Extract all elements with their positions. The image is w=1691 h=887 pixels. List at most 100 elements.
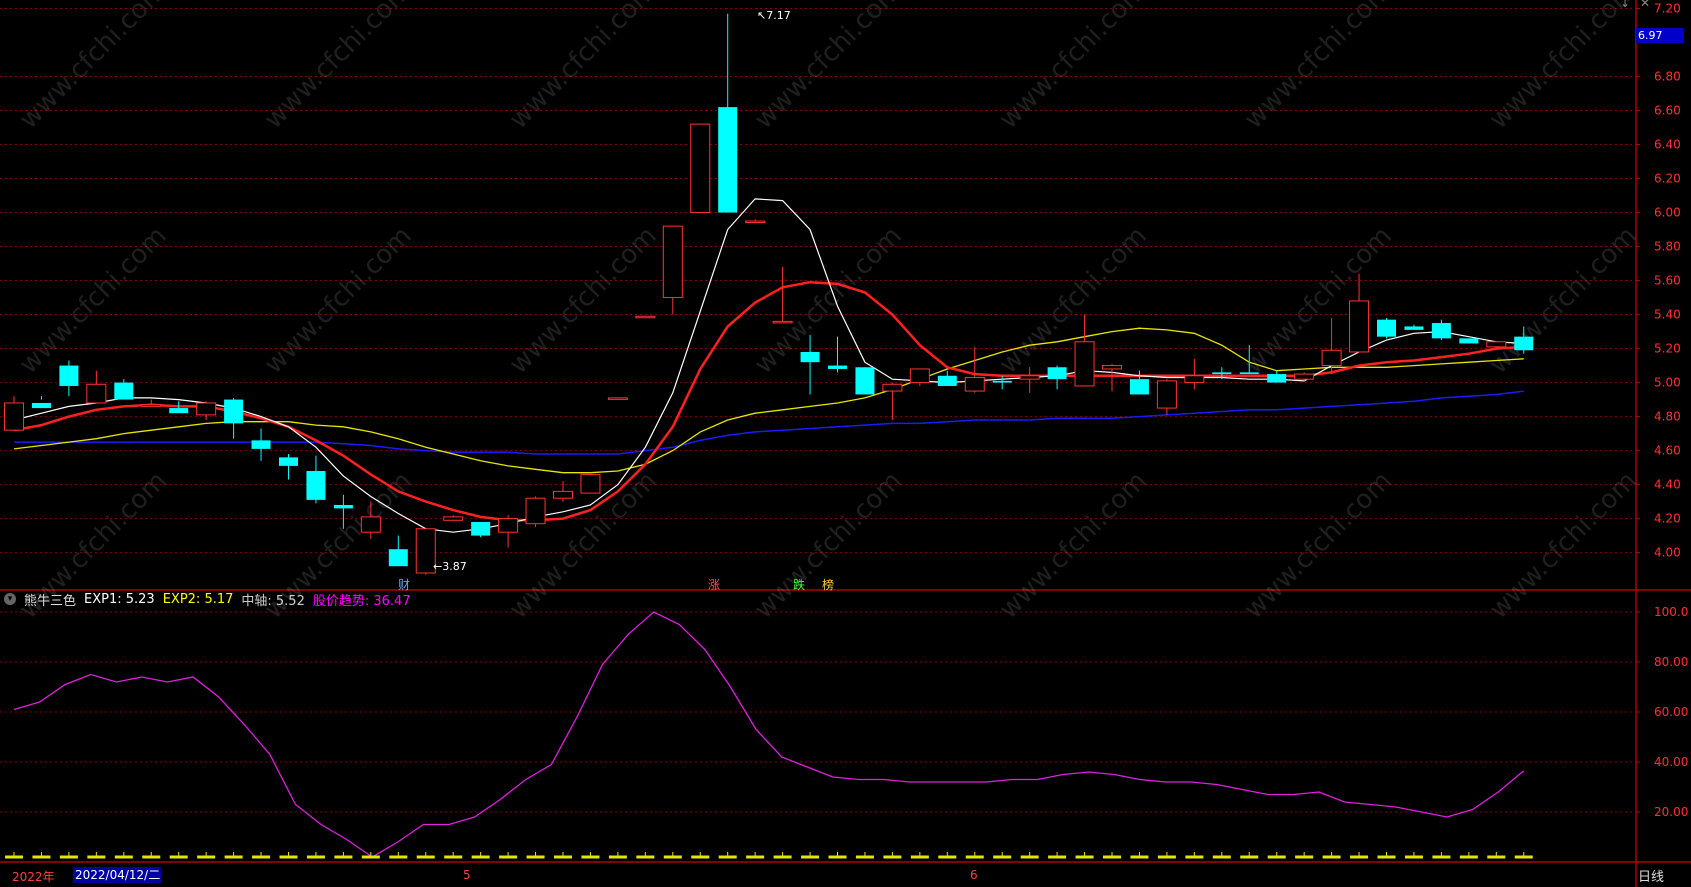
- osc-tick-label: 80.00: [1654, 655, 1688, 669]
- legend-trend: 股价趋势: 36.47: [312, 593, 411, 609]
- watermark-text: www.cfchi.com: [14, 221, 173, 380]
- high-marker: ↖7.17: [757, 9, 791, 22]
- candle-body: [718, 107, 738, 213]
- price-tick-label: 6.20: [1654, 172, 1681, 186]
- candle-body: [114, 382, 134, 400]
- price-tick-label: 6.40: [1654, 138, 1681, 152]
- price-tick-label: 5.40: [1654, 308, 1681, 322]
- candle-body: [745, 220, 766, 224]
- candle-body: [800, 351, 820, 363]
- candle-body: [855, 367, 875, 395]
- price-tick-label: 6.80: [1654, 70, 1681, 84]
- candle-body: [1184, 375, 1205, 384]
- watermark-text: www.cfchi.com: [504, 221, 663, 380]
- osc-tick-label: 100.0: [1654, 605, 1688, 619]
- watermark-text: www.cfchi.com: [994, 0, 1153, 135]
- candle-body: [360, 516, 381, 533]
- candle-body: [909, 368, 930, 384]
- watermark-text: www.cfchi.com: [1484, 466, 1643, 625]
- price-tick-label: 5.00: [1654, 376, 1681, 390]
- price-tick-label: 4.80: [1654, 410, 1681, 424]
- osc-tick-label: 20.00: [1654, 805, 1688, 819]
- candle-body: [1486, 341, 1507, 348]
- collapse-icon[interactable]: ▾: [4, 593, 16, 605]
- candle-body: [1514, 336, 1534, 351]
- candle-body: [224, 399, 244, 424]
- candle-body: [1239, 372, 1259, 375]
- low-marker: ←3.87: [433, 560, 467, 573]
- candle-body: [1459, 338, 1479, 344]
- chart-canvas: 7.20 6.80 6.60 6.40 6.20 6.00 5.80 5.60 5.40 5.20…: [0, 0, 1691, 887]
- candle-body: [662, 225, 683, 299]
- candle-body: [86, 383, 107, 404]
- signal-bang[interactable]: 榜: [822, 576, 834, 593]
- candle-body: [4, 402, 24, 431]
- candle-body: [690, 123, 711, 214]
- signal-zhang[interactable]: 涨: [708, 576, 720, 593]
- candle-body: [31, 402, 51, 409]
- price-tick-label: 7.20: [1654, 2, 1681, 16]
- watermark-text: www.cfchi.com: [1484, 221, 1643, 380]
- price-tick-label: 5.20: [1654, 342, 1681, 356]
- price-tick-label: 4.60: [1654, 444, 1681, 458]
- price-tick-label: 4.40: [1654, 478, 1681, 492]
- watermark-text: www.cfchi.com: [259, 221, 418, 380]
- osc-trend-line: [13, 611, 1525, 858]
- candle-body: [992, 380, 1012, 383]
- candle-body: [1019, 375, 1040, 380]
- candle-body: [964, 376, 985, 392]
- candle-body: [443, 516, 464, 521]
- price-tick-label: 4.20: [1654, 512, 1681, 526]
- indicator-name: 熊牛三色: [24, 593, 77, 609]
- candle-body: [333, 504, 353, 509]
- price-tick-label: 6.60: [1654, 104, 1681, 118]
- candle-body: [1431, 323, 1451, 339]
- signal-cai[interactable]: 财: [398, 576, 410, 593]
- candle-body: [1102, 365, 1122, 370]
- candle-body: [141, 404, 162, 407]
- candle-body: [1156, 380, 1177, 409]
- candle-body: [498, 518, 519, 533]
- year-label: 2022年: [12, 870, 55, 884]
- price-tick-label: 6.00: [1654, 206, 1681, 220]
- watermark-text: www.cfchi.com: [504, 0, 663, 135]
- price-tick-label: 4.00: [1654, 546, 1681, 560]
- current-date: 2022/04/12/二: [73, 867, 161, 883]
- candle-body: [1377, 319, 1396, 337]
- osc-tick-label: 60.00: [1654, 705, 1688, 719]
- watermark-text: www.cfchi.com: [749, 466, 908, 625]
- watermark-text: www.cfchi.com: [994, 221, 1153, 380]
- arrow-down-icon[interactable]: ↓: [1620, 0, 1630, 10]
- high-marker-value: 7.17: [766, 9, 791, 22]
- month-label-5: 5: [463, 868, 471, 882]
- candle-body: [580, 473, 601, 494]
- candle-body: [1349, 300, 1370, 353]
- candle-body: [1212, 372, 1232, 375]
- candle-body: [937, 375, 957, 386]
- candle-body: [306, 470, 326, 500]
- close-icon[interactable]: ✕: [1640, 0, 1650, 10]
- watermark-text: www.cfchi.com: [1239, 466, 1398, 625]
- candle-body: [553, 490, 573, 499]
- candle-body: [525, 497, 546, 525]
- candle-body: [1321, 349, 1342, 367]
- candle-body: [279, 457, 298, 466]
- candle-body: [828, 365, 847, 369]
- candle-body: [1129, 379, 1149, 395]
- candle-body: [607, 397, 628, 400]
- price-tick-label: 5.60: [1654, 274, 1681, 288]
- candle-body: [1267, 374, 1287, 383]
- signal-die[interactable]: 跌: [793, 576, 805, 593]
- watermark-text: www.cfchi.com: [1484, 0, 1643, 135]
- candle-body: [772, 320, 793, 324]
- period-tab[interactable]: 日线: [1638, 866, 1664, 885]
- candle-body: [1074, 341, 1095, 387]
- candle-body: [169, 408, 189, 414]
- month-label-6: 6: [970, 868, 978, 882]
- legend-axis: 中轴: 5.52: [241, 593, 305, 609]
- candle-body: [882, 383, 903, 392]
- watermark-text: www.cfchi.com: [1239, 0, 1398, 135]
- indicator-legend: ▾ 熊牛三色 EXP1: 5.23 EXP2: 5.17 中轴: 5.52 股价…: [0, 590, 411, 609]
- candle-body: [196, 402, 217, 416]
- candle-body: [635, 315, 656, 319]
